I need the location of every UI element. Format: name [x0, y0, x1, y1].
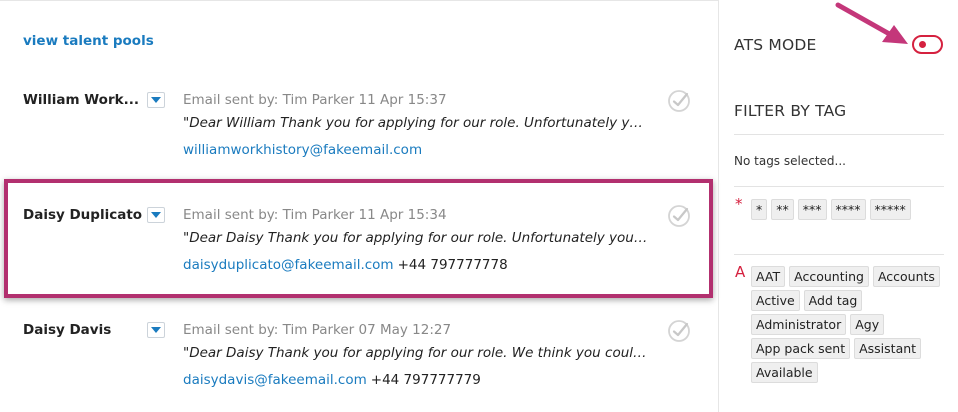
view-talent-pools-link[interactable]: view talent pools [23, 33, 154, 49]
candidate-contact: daisydavis@fakeemail.com +44 797777779 [183, 372, 481, 388]
tag-chip[interactable]: App pack sent [751, 338, 851, 359]
filter-by-tag-heading: FILTER BY TAG [734, 102, 847, 120]
tag-chip[interactable]: * [751, 199, 768, 220]
email-preview: "Dear Daisy Thank you for applying for o… [183, 345, 649, 361]
chevron-down-icon[interactable] [147, 322, 165, 338]
tag-chip[interactable]: Active [751, 290, 800, 311]
candidate-phone: +44 797777779 [370, 372, 481, 388]
candidate-list-panel: view talent pools William Work... Email … [0, 0, 718, 412]
tag-group-stars: * ** *** **** ***** [751, 199, 951, 220]
tag-chip[interactable]: Available [751, 362, 818, 383]
email-sent-meta: Email sent by: Tim Parker 11 Apr 15:34 [183, 207, 447, 223]
check-circle-icon[interactable] [667, 204, 691, 228]
check-circle-icon[interactable] [667, 319, 691, 343]
tag-group-a: AAT Accounting Accounts Active Add tag A… [751, 266, 951, 383]
ats-mode-label: ATS MODE [734, 36, 817, 54]
candidate-name[interactable]: Daisy Duplicato [23, 207, 142, 223]
candidate-email-link[interactable]: williamworkhistory@fakeemail.com [183, 142, 422, 158]
no-tags-selected-text: No tags selected... [734, 154, 846, 168]
chevron-down-icon[interactable] [147, 207, 165, 223]
tag-chip[interactable]: **** [830, 199, 866, 220]
divider [734, 254, 944, 255]
tag-chip[interactable]: Accounting [789, 266, 869, 287]
email-sent-meta: Email sent by: Tim Parker 11 Apr 15:37 [183, 92, 447, 108]
tag-chip[interactable]: Accounts [872, 266, 940, 287]
tag-group-letter: A [735, 263, 746, 281]
candidate-phone: +44 797777778 [397, 257, 508, 273]
tag-chip[interactable]: Add tag [803, 290, 863, 311]
email-preview: "Dear William Thank you for applying for… [183, 115, 649, 131]
candidate-contact: williamworkhistory@fakeemail.com [183, 142, 422, 158]
tag-chip[interactable]: ***** [869, 199, 911, 220]
tag-group-letter: * [735, 195, 743, 213]
candidate-email-link[interactable]: daisydavis@fakeemail.com [183, 372, 367, 388]
tag-chip[interactable]: Assistant [854, 338, 922, 359]
candidate-name[interactable]: Daisy Davis [23, 322, 111, 338]
check-circle-icon[interactable] [667, 89, 691, 113]
ats-mode-toggle[interactable] [912, 35, 943, 54]
candidate-contact: daisyduplicato@fakeemail.com +44 79777777… [183, 257, 508, 273]
tag-chip[interactable]: *** [797, 199, 827, 220]
candidate-email-link[interactable]: daisyduplicato@fakeemail.com [183, 257, 394, 273]
divider [734, 186, 944, 187]
filter-sidebar: ATS MODE FILTER BY TAG No tags selected.… [718, 0, 958, 412]
email-sent-meta: Email sent by: Tim Parker 07 May 12:27 [183, 322, 452, 338]
chevron-down-icon[interactable] [147, 92, 165, 108]
tag-chip[interactable]: Agy [850, 314, 885, 335]
tag-chip[interactable]: AAT [751, 266, 786, 287]
email-preview: "Dear Daisy Thank you for applying for o… [183, 230, 649, 246]
tag-chip[interactable]: Administrator [751, 314, 847, 335]
tag-chip[interactable]: ** [771, 199, 794, 220]
divider [734, 134, 944, 135]
candidate-name[interactable]: William Work... [23, 92, 139, 108]
